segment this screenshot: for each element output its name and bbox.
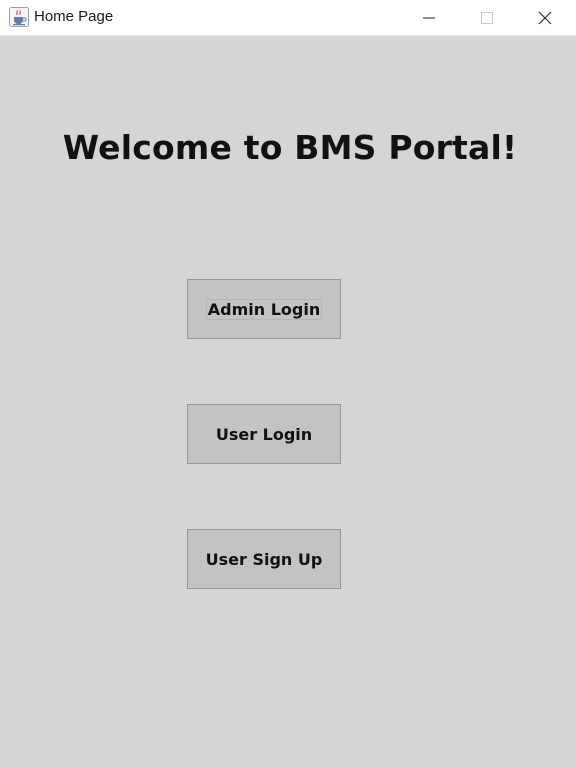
- minimize-button[interactable]: [400, 0, 458, 35]
- content-panel: Welcome to BMS Portal! Admin Login User …: [0, 36, 576, 768]
- user-login-label: User Login: [215, 424, 313, 444]
- close-button[interactable]: [516, 0, 574, 35]
- admin-login-button[interactable]: Admin Login: [187, 279, 341, 339]
- java-cup-icon: [9, 7, 29, 27]
- admin-login-label: Admin Login: [205, 298, 323, 320]
- user-sign-up-label: User Sign Up: [205, 549, 323, 569]
- page-title: Welcome to BMS Portal!: [62, 128, 518, 167]
- close-icon: [538, 11, 552, 24]
- user-login-button[interactable]: User Login: [187, 404, 341, 464]
- minimize-icon: [423, 17, 435, 18]
- window-title: Home Page: [34, 8, 114, 25]
- app-window: Home Page Welcome to BMS Portal! Admin L…: [0, 0, 576, 768]
- maximize-icon: [481, 11, 493, 24]
- title-bar[interactable]: Home Page: [0, 0, 576, 36]
- maximize-button[interactable]: [458, 0, 516, 35]
- user-sign-up-button[interactable]: User Sign Up: [187, 529, 341, 589]
